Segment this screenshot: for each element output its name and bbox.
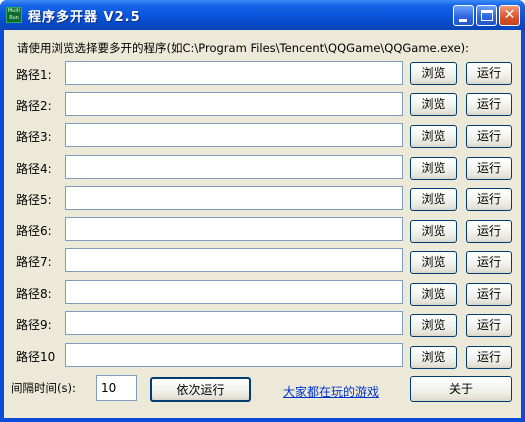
close-icon: ✕ (503, 7, 516, 23)
path-label-8: 路径8: (16, 287, 52, 301)
browse-button-10[interactable]: 浏览 (410, 346, 457, 369)
window-title: 程序多开器 V2.5 (28, 10, 141, 25)
path-input-2[interactable] (65, 92, 403, 116)
interval-input[interactable] (96, 375, 137, 401)
close-button[interactable]: ✕ (499, 5, 520, 26)
run-button-10[interactable]: 运行 (466, 346, 512, 369)
run-button-9[interactable]: 运行 (466, 314, 512, 337)
minimize-icon (459, 19, 467, 22)
run-button-2[interactable]: 运行 (466, 93, 512, 116)
run-button-7[interactable]: 运行 (466, 251, 512, 274)
app-window: Multi Run 程序多开器 V2.5 ✕ 请使用浏览选择要多开的程序(如C:… (0, 0, 525, 422)
path-input-10[interactable] (65, 343, 403, 367)
path-input-4[interactable] (65, 155, 403, 179)
client-area: 请使用浏览选择要多开的程序(如C:\Program Files\Tencent\… (4, 30, 521, 418)
minimize-button[interactable] (453, 5, 474, 26)
path-input-6[interactable] (65, 217, 403, 241)
run-button-5[interactable]: 运行 (466, 188, 512, 211)
path-label-5: 路径5: (16, 193, 52, 207)
run-button-4[interactable]: 运行 (466, 157, 512, 180)
popular-games-link[interactable]: 大家都在玩的游戏 (283, 383, 379, 400)
app-icon: Multi Run (6, 7, 22, 23)
maximize-icon (481, 10, 493, 21)
path-label-2: 路径2: (16, 99, 52, 113)
run-button-8[interactable]: 运行 (466, 283, 512, 306)
maximize-button[interactable] (476, 5, 497, 26)
path-label-7: 路径7: (16, 255, 52, 269)
path-input-8[interactable] (65, 280, 403, 304)
path-label-6: 路径6: (16, 224, 52, 238)
path-label-9: 路径9: (16, 318, 52, 332)
path-input-7[interactable] (65, 248, 403, 272)
path-label-3: 路径3: (16, 130, 52, 144)
path-label-1: 路径1: (16, 68, 52, 82)
browse-button-1[interactable]: 浏览 (410, 62, 457, 85)
browse-button-9[interactable]: 浏览 (410, 314, 457, 337)
run-sequential-button[interactable]: 依次运行 (150, 377, 251, 402)
run-button-3[interactable]: 运行 (466, 125, 512, 148)
run-button-1[interactable]: 运行 (466, 62, 512, 85)
browse-button-7[interactable]: 浏览 (410, 251, 457, 274)
path-input-9[interactable] (65, 311, 403, 335)
path-input-1[interactable] (65, 61, 403, 85)
about-button[interactable]: 关于 (410, 376, 512, 402)
browse-button-3[interactable]: 浏览 (410, 125, 457, 148)
browse-button-5[interactable]: 浏览 (410, 188, 457, 211)
title-bar[interactable]: Multi Run 程序多开器 V2.5 ✕ (0, 0, 525, 30)
browse-button-8[interactable]: 浏览 (410, 283, 457, 306)
path-label-10: 路径10 (16, 350, 56, 364)
browse-button-6[interactable]: 浏览 (410, 220, 457, 243)
path-label-4: 路径4: (16, 162, 52, 176)
interval-label: 间隔时间(s): (11, 381, 76, 395)
instruction-text: 请使用浏览选择要多开的程序(如C:\Program Files\Tencent\… (17, 41, 470, 55)
path-input-3[interactable] (65, 123, 403, 147)
run-button-6[interactable]: 运行 (466, 220, 512, 243)
browse-button-2[interactable]: 浏览 (410, 93, 457, 116)
path-input-5[interactable] (65, 186, 403, 210)
browse-button-4[interactable]: 浏览 (410, 157, 457, 180)
